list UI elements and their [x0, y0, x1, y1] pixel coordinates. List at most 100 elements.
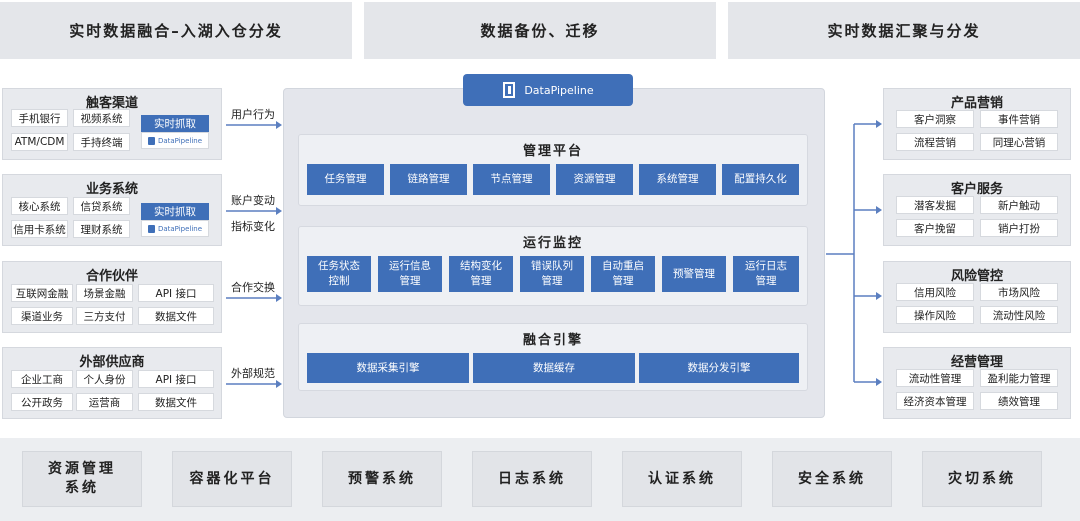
- chip: ATM/CDM: [11, 133, 68, 151]
- arrow-right-icon: [226, 121, 282, 129]
- bottom-system-label: 容器化平台: [189, 470, 275, 487]
- monitoring-item-line: 自动重启: [602, 260, 644, 272]
- chip: 核心系统: [11, 197, 68, 215]
- top-banner-middle-label: 数据备份、迁移: [480, 22, 600, 40]
- connector-lines: [826, 120, 882, 386]
- chip: 三方支付: [76, 307, 133, 325]
- management-item: 节点管理: [473, 164, 550, 195]
- chip: 流动性管理: [896, 369, 974, 387]
- chip: 信贷系统: [73, 197, 130, 215]
- realtime-capture-button: 实时抓取: [141, 115, 209, 132]
- bottom-system-box: 安全系统: [772, 451, 892, 507]
- bottom-system-box: 资源管理 系统: [22, 451, 142, 507]
- chip: 同理心营销: [980, 133, 1058, 151]
- monitoring-item-line: 控制: [328, 275, 350, 287]
- arrow-label: 指标变化: [231, 220, 275, 233]
- right-panel-title: 产品营销: [950, 96, 1003, 111]
- chip: 流动性风险: [980, 306, 1058, 324]
- monitoring-item-line: 管理: [399, 275, 421, 287]
- bottom-system-box: 容器化平台: [172, 451, 292, 507]
- bottom-system-box: 日志系统: [472, 451, 592, 507]
- right-panel-title: 经营管理: [950, 355, 1003, 370]
- chip: 个人身份: [76, 370, 133, 388]
- engine-item: 数据缓存: [473, 353, 635, 383]
- section-title: 融合引擎: [522, 333, 583, 348]
- left-panel-external-vendors: 外部供应商 企业工商 个人身份 API 接口 公开政务 运营商 数据文件: [2, 347, 222, 419]
- chip: 事件营销: [980, 110, 1058, 128]
- chip: 数据文件: [138, 393, 214, 411]
- monitoring-item: 运行信息 管理: [378, 256, 442, 292]
- chip: 手持终端: [73, 133, 130, 151]
- bottom-system-label: 系统: [65, 480, 99, 496]
- bottom-system-label: 认证系统: [648, 470, 716, 487]
- chip: 场景金融: [76, 284, 133, 302]
- engine-item: 数据采集引擎: [307, 353, 469, 383]
- monitoring-item-line: 预警管理: [673, 267, 715, 280]
- chip: 销户打扮: [980, 219, 1058, 237]
- management-item: 任务管理: [307, 164, 384, 195]
- chip: 盈利能力管理: [980, 369, 1058, 387]
- chip: 流程营销: [896, 133, 974, 151]
- management-item: 系统管理: [639, 164, 716, 195]
- top-banner-middle: 数据备份、迁移: [364, 2, 716, 59]
- chip: 运营商: [76, 393, 133, 411]
- datapipeline-logo-icon: DataPipeline: [141, 220, 209, 237]
- chip: 数据文件: [138, 307, 214, 325]
- management-section: 管理平台 任务管理 链路管理 节点管理 资源管理 系统管理 配置持久化: [298, 134, 808, 206]
- monitoring-section: 运行监控 任务状态 控制 运行信息 管理 结构变化 管理 错误队列 管理 自动重启 管理 …: [298, 226, 808, 306]
- left-panel-partners: 合作伙伴 互联网金融 场景金融 API 接口 渠道业务 三方支付 数据文件: [2, 261, 222, 333]
- left-panel-business-systems: 业务系统 核心系统 信贷系统 信用卡系统 理财系统 实时抓取 DataPipel…: [2, 174, 222, 246]
- arrow-right-icon: [226, 207, 282, 215]
- top-banner-right-label: 实时数据汇聚与分发: [827, 22, 981, 40]
- bottom-system-box: 灾切系统: [922, 451, 1042, 507]
- bottom-system-label: 资源管理: [48, 461, 116, 477]
- engine-section: 融合引擎 数据采集引擎 数据缓存 数据分发引擎: [298, 323, 808, 391]
- chip: 客户洞察: [896, 110, 974, 128]
- top-banner-left: 实时数据融合–入湖入仓分发: [0, 2, 352, 59]
- monitoring-item-line: 错误队列: [531, 260, 573, 272]
- chip: 操作风险: [896, 306, 974, 324]
- chip: 互联网金融: [11, 284, 73, 302]
- datapipeline-logo-icon: DataPipeline: [141, 132, 209, 149]
- chip: 企业工商: [11, 370, 73, 388]
- management-item: 资源管理: [556, 164, 633, 195]
- arrow-right-icon: [226, 294, 282, 302]
- chip: 信用卡系统: [11, 220, 68, 238]
- top-banner-right: 实时数据汇聚与分发: [728, 2, 1080, 59]
- chip: API 接口: [138, 284, 214, 302]
- monitoring-item-line: 结构变化: [460, 260, 502, 272]
- chip: 理财系统: [73, 220, 130, 238]
- left-panel-title: 外部供应商: [79, 355, 145, 370]
- monitoring-item: 运行日志 管理: [733, 256, 799, 292]
- chip: API 接口: [138, 370, 214, 388]
- left-panel-title: 合作伙伴: [85, 269, 138, 284]
- chip: 绩效管理: [980, 392, 1058, 410]
- left-panel-touch-channels: 触客渠道 手机银行 视频系统 ATM/CDM 手持终端 实时抓取 DataPip…: [2, 88, 222, 160]
- monitoring-item: 自动重启 管理: [591, 256, 655, 292]
- monitoring-item-line: 管理: [541, 275, 563, 287]
- monitoring-item-line: 任务状态: [318, 260, 360, 272]
- datapipeline-logo-icon: [503, 82, 516, 98]
- chip: 视频系统: [73, 109, 130, 127]
- management-item: 链路管理: [390, 164, 467, 195]
- monitoring-item-line: 管理: [470, 275, 492, 287]
- chip: 信用风险: [896, 283, 974, 301]
- realtime-capture-button: 实时抓取: [141, 203, 209, 220]
- chip: 客户挽留: [896, 219, 974, 237]
- mini-logo-label: DataPipeline: [157, 224, 203, 233]
- chip: 公开政务: [11, 393, 73, 411]
- bottom-system-label: 预警系统: [348, 470, 416, 487]
- right-panel-risk-control: 风险管控 信用风险 市场风险 操作风险 流动性风险: [883, 261, 1071, 333]
- right-panel-product-marketing: 产品营销 客户洞察 事件营销 流程营销 同理心营销: [883, 88, 1071, 160]
- monitoring-item-line: 运行信息: [389, 260, 431, 272]
- monitoring-item: 结构变化 管理: [449, 256, 513, 292]
- monitoring-item: 任务状态 控制: [307, 256, 371, 292]
- monitoring-item: 错误队列 管理: [520, 256, 584, 292]
- datapipeline-logo: DataPipeline: [463, 74, 633, 106]
- bottom-system-label: 安全系统: [798, 470, 866, 487]
- top-banner-left-label: 实时数据融合–入湖入仓分发: [69, 22, 283, 40]
- mini-logo-label: DataPipeline: [157, 136, 203, 145]
- right-panel-customer-service: 客户服务 潜客发掘 新户触动 客户挽留 销户打扮: [883, 174, 1071, 246]
- bottom-system-box: 认证系统: [622, 451, 742, 507]
- management-item: 配置持久化: [722, 164, 799, 195]
